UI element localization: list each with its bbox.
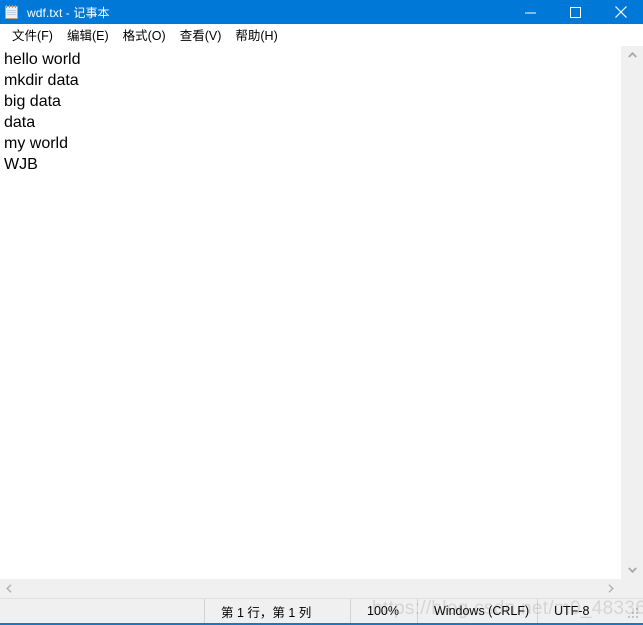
menu-item-file[interactable]: 文件(F) [5,23,60,47]
chevron-up-icon[interactable] [621,46,643,64]
notepad-icon [4,4,20,20]
editor-area: hello world mkdir data big data data my … [0,46,643,579]
close-button[interactable] [598,0,643,24]
minimize-button[interactable] [508,0,553,24]
text-editor[interactable]: hello world mkdir data big data data my … [0,46,620,579]
menu-item-help[interactable]: 帮助(H) [228,23,284,47]
menu-item-format[interactable]: 格式(O) [116,23,173,47]
status-bar-spacer [0,599,204,623]
vertical-scrollbar[interactable] [620,46,643,579]
text-line: hello world [4,51,81,68]
text-line: my world [4,135,69,152]
status-zoom-level[interactable]: 100% [350,599,417,623]
maximize-button[interactable] [553,0,598,24]
chevron-right-icon[interactable] [602,579,620,598]
text-line: data [4,114,36,131]
window-title: wdf.txt - 记事本 [27,5,110,20]
status-zoom-label: 100% [367,604,399,618]
status-encoding-label: UTF-8 [554,604,590,618]
status-cursor-position-label: 第 1 行，第 1 列 [221,605,312,620]
text-line: WJB [4,156,38,173]
chevron-left-icon[interactable] [0,579,18,598]
chevron-down-icon[interactable] [621,561,643,579]
notepad-window: wdf.txt - 记事本 文件(F) 编辑(E) 格式(O) 查看(V) 帮助… [0,0,643,625]
text-line: mkdir data [4,72,79,89]
status-encoding[interactable]: UTF-8 [537,599,637,623]
status-line-ending-label: Windows (CRLF) [434,604,530,618]
status-cursor-position: 第 1 行，第 1 列 [204,599,350,623]
menu-item-edit[interactable]: 编辑(E) [60,23,116,47]
menu-bar: 文件(F) 编辑(E) 格式(O) 查看(V) 帮助(H) [0,24,643,46]
title-bar: wdf.txt - 记事本 [0,0,643,24]
resize-grip-icon[interactable] [628,608,640,620]
menu-item-view[interactable]: 查看(V) [173,23,229,47]
window-controls [508,0,643,24]
status-line-ending[interactable]: Windows (CRLF) [417,599,537,623]
scrollbar-corner [620,579,643,598]
horizontal-scrollbar[interactable] [0,579,620,598]
text-line: big data [4,93,61,110]
status-bar: 第 1 行，第 1 列 100% Windows (CRLF) UTF-8 [0,598,643,623]
